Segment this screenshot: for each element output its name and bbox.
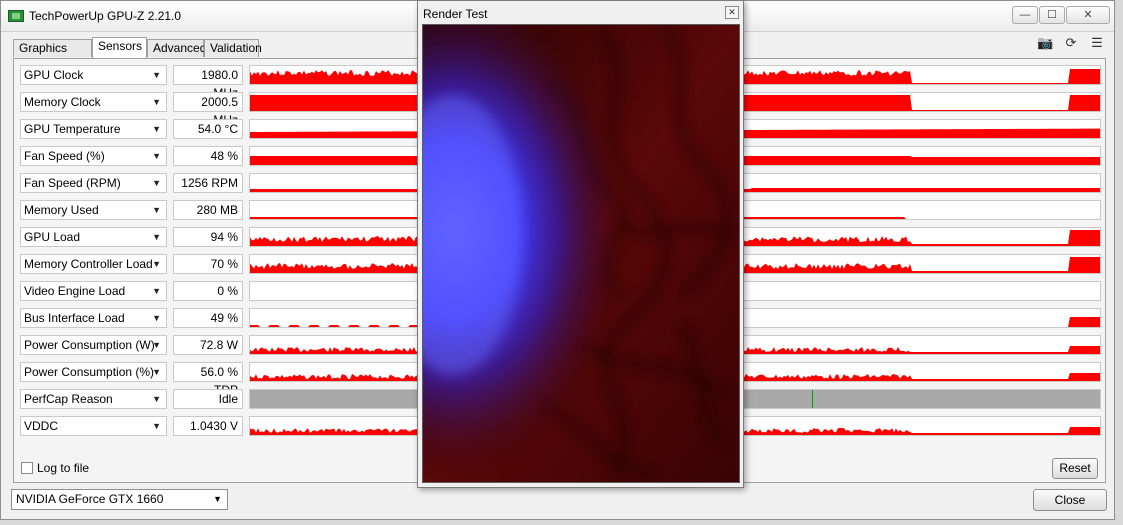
log-to-file-label[interactable]: Log to file [37, 461, 89, 475]
sensor-value: 56.0 % TDP [173, 362, 243, 397]
menu-icon[interactable]: ☰ [1089, 36, 1105, 50]
sensor-name-label: Bus Interface Load [24, 311, 125, 325]
sensor-name-select[interactable]: GPU Clock ▼ [20, 65, 167, 85]
sensor-value: Idle [173, 389, 243, 409]
minimize-button[interactable]: — [1012, 6, 1038, 24]
chevron-down-icon: ▼ [152, 232, 161, 242]
chevron-down-icon: ▼ [152, 259, 161, 269]
tab-graphics-card[interactable]: Graphics Card [13, 39, 92, 72]
sensor-name-select[interactable]: Video Engine Load ▼ [20, 281, 167, 301]
sensor-name-select[interactable]: Memory Clock ▼ [20, 92, 167, 112]
chevron-down-icon: ▼ [152, 286, 161, 296]
sensor-value: 1980.0 MHz [173, 65, 243, 100]
sensor-value: 54.0 °C [173, 119, 243, 139]
window-title: TechPowerUp GPU-Z 2.21.0 [29, 9, 182, 23]
sensor-name-select[interactable]: Memory Used ▼ [20, 200, 167, 220]
reset-button[interactable]: Reset [1052, 458, 1098, 479]
sensor-name-select[interactable]: Power Consumption (W) ▼ [20, 335, 167, 355]
close-button[interactable]: Close [1033, 489, 1107, 511]
maximize-button[interactable]: ☐ [1039, 6, 1065, 24]
sensor-value: 48 % [173, 146, 243, 166]
chevron-down-icon: ▼ [152, 421, 161, 431]
gpu-select-value: NVIDIA GeForce GTX 1660 [16, 492, 164, 506]
sensor-name-select[interactable]: Memory Controller Load ▼ [20, 254, 167, 274]
sensor-name-select[interactable]: GPU Temperature ▼ [20, 119, 167, 139]
chevron-down-icon: ▼ [152, 97, 161, 107]
chevron-down-icon: ▼ [152, 367, 161, 377]
sensor-value: 94 % [173, 227, 243, 247]
tab-sensors[interactable]: Sensors [92, 37, 147, 58]
window-close-button[interactable]: ✕ [1066, 6, 1110, 24]
sensor-name-select[interactable]: VDDC ▼ [20, 416, 167, 436]
sensor-name-label: Memory Used [24, 203, 99, 217]
render-test-title: Render Test [423, 7, 488, 21]
gpuz-app-icon [8, 10, 24, 22]
sensor-value: 1256 RPM [173, 173, 243, 193]
sensor-name-select[interactable]: Fan Speed (%) ▼ [20, 146, 167, 166]
render-test-image [423, 25, 739, 482]
chevron-down-icon: ▼ [152, 70, 161, 80]
sensor-name-select[interactable]: Fan Speed (RPM) ▼ [20, 173, 167, 193]
chevron-down-icon: ▼ [213, 494, 222, 504]
render-test-window[interactable]: Render Test ✕ [417, 0, 744, 488]
sensor-name-label: GPU Load [24, 230, 81, 244]
sensor-name-select[interactable]: GPU Load ▼ [20, 227, 167, 247]
sensor-name-label: Fan Speed (RPM) [24, 176, 121, 190]
sensor-name-select[interactable]: Bus Interface Load ▼ [20, 308, 167, 328]
camera-icon[interactable]: 📷 [1037, 36, 1053, 50]
tab-validation[interactable]: Validation [204, 39, 262, 57]
sensor-value: 1.0430 V [173, 416, 243, 436]
sensor-name-label: PerfCap Reason [24, 392, 113, 406]
tab-advanced[interactable]: Advanced [147, 39, 206, 57]
gpu-select-dropdown[interactable]: NVIDIA GeForce GTX 1660 ▼ [11, 489, 228, 510]
sensor-name-label: Fan Speed (%) [24, 149, 105, 163]
sensor-name-label: Power Consumption (W) [24, 338, 155, 352]
sensor-name-select[interactable]: PerfCap Reason ▼ [20, 389, 167, 409]
sensor-value: 280 MB [173, 200, 243, 220]
sensor-name-label: Power Consumption (%) [24, 365, 155, 379]
sensor-value: 2000.5 MHz [173, 92, 243, 127]
refresh-icon[interactable]: ⟳ [1063, 36, 1079, 50]
chevron-down-icon: ▼ [152, 205, 161, 215]
sensor-name-label: Memory Clock [24, 95, 101, 109]
sensor-value: 0 % [173, 281, 243, 301]
sensor-name-label: VDDC [24, 419, 59, 433]
render-test-close-button[interactable]: ✕ [725, 6, 739, 19]
sensor-value: 72.8 W [173, 335, 243, 355]
chevron-down-icon: ▼ [152, 340, 161, 350]
sensor-name-label: Memory Controller Load [24, 257, 153, 271]
chevron-down-icon: ▼ [152, 313, 161, 323]
perfcap-marker [812, 390, 813, 408]
log-to-file-checkbox[interactable] [21, 462, 33, 474]
chevron-down-icon: ▼ [152, 151, 161, 161]
chevron-down-icon: ▼ [152, 178, 161, 188]
chevron-down-icon: ▼ [152, 124, 161, 134]
sensor-name-select[interactable]: Power Consumption (%) ▼ [20, 362, 167, 382]
sensor-name-label: GPU Clock [24, 68, 84, 82]
sensor-name-label: GPU Temperature [24, 122, 121, 136]
render-test-canvas [422, 24, 740, 483]
sensor-value: 49 % [173, 308, 243, 328]
chevron-down-icon: ▼ [152, 394, 161, 404]
sensor-name-label: Video Engine Load [24, 284, 126, 298]
sensor-value: 70 % [173, 254, 243, 274]
